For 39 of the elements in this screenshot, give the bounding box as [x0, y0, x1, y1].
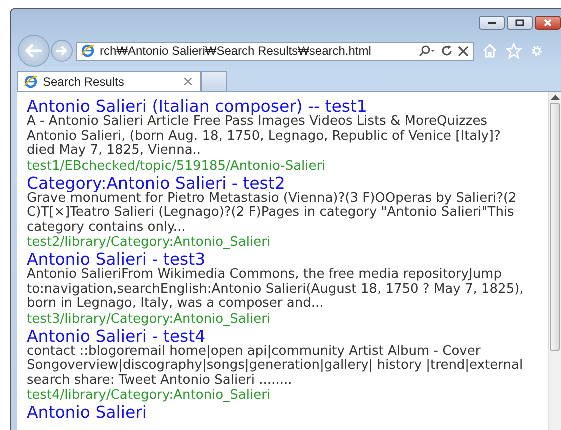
tab-title: Search Results — [43, 74, 126, 88]
star-icon[interactable] — [506, 43, 522, 59]
minimize-button[interactable] — [479, 16, 505, 30]
result-url-link[interactable]: test4/library/Category:Antonio_Salieri — [27, 388, 271, 404]
result-snippet: Grave monument for Pietro Metastasio (Vienna)?(3 F)OOperas by Salieri?(2 C)T[×]Teatro Salieri (Legnago)?(2 F)Pages in category "Antonio Salieri"This category contains only... — [27, 192, 518, 235]
maximize-icon — [515, 19, 525, 27]
stop-icon[interactable] — [458, 46, 469, 56]
maximize-button[interactable] — [507, 16, 533, 30]
result-url-link[interactable]: test2/library/Category:Antonio_Salieri — [27, 235, 271, 251]
home-icon[interactable] — [482, 43, 498, 59]
browser-logo-icon — [81, 44, 95, 58]
new-tab-button[interactable] — [201, 71, 227, 91]
settings-icon[interactable] — [530, 43, 544, 59]
close-button[interactable] — [535, 16, 561, 30]
back-button[interactable] — [18, 35, 50, 67]
address-field[interactable]: rch₩Antonio Salieri₩Search Results₩search.html — [76, 42, 474, 60]
search-icon[interactable] — [418, 45, 436, 57]
arrow-left-icon — [24, 43, 44, 59]
result-title-link[interactable]: Antonio Salieri — [27, 404, 147, 421]
forward-button[interactable] — [51, 40, 73, 62]
result-title-link[interactable]: Antonio Salieri (Italian composer) -- test1 — [27, 98, 368, 115]
result-snippet: contact ::blogoremail home|open api|community Artist Album - Cover Songoverview|discography|songs|generation|gallery| history |trend|external search share: Tweet Antonio Salieri ........ — [27, 344, 524, 388]
result-url-link[interactable]: test3/library/Category:Antonio_Salieri — [27, 312, 271, 328]
arrow-right-icon — [55, 45, 69, 57]
tab-close-button[interactable]: × — [182, 74, 194, 90]
minimize-icon — [487, 21, 497, 25]
result-title-link[interactable]: Antonio Salieri - test4 — [27, 328, 206, 344]
result-title-link[interactable]: Category:Antonio Salieri - test2 — [27, 174, 286, 192]
scrollbar[interactable] — [548, 92, 561, 430]
browser-tab[interactable]: Search Results × — [17, 71, 201, 91]
browser-logo-icon — [24, 74, 38, 88]
scrollbar-thumb[interactable] — [550, 103, 560, 351]
scroll-up-icon[interactable] — [550, 94, 560, 100]
close-icon — [543, 19, 553, 27]
refresh-icon[interactable] — [441, 45, 453, 57]
result-title-link[interactable]: Antonio Salieri - test3 — [27, 251, 206, 268]
result-url-link[interactable]: test1/EBchecked/topic/519185/Antonio-Salieri — [27, 158, 326, 174]
result-snippet: Antonio SalieriFrom Wikimedia Commons, the free media repositoryJump to:navigation,searchEnglish:Antonio Salieri(August 18, 1750 ? May 7, 1825), born in Legnago, Italy, was a composer and... — [27, 268, 525, 312]
result-snippet: A - Antonio Salieri Article Free Pass Images Videos Lists & MoreQuizzes Antonio Salieri, (born Aug. 18, 1750, Legnago, Republic of Venice [Italy]? died May 7, 1825, Vienna.. — [27, 115, 502, 158]
